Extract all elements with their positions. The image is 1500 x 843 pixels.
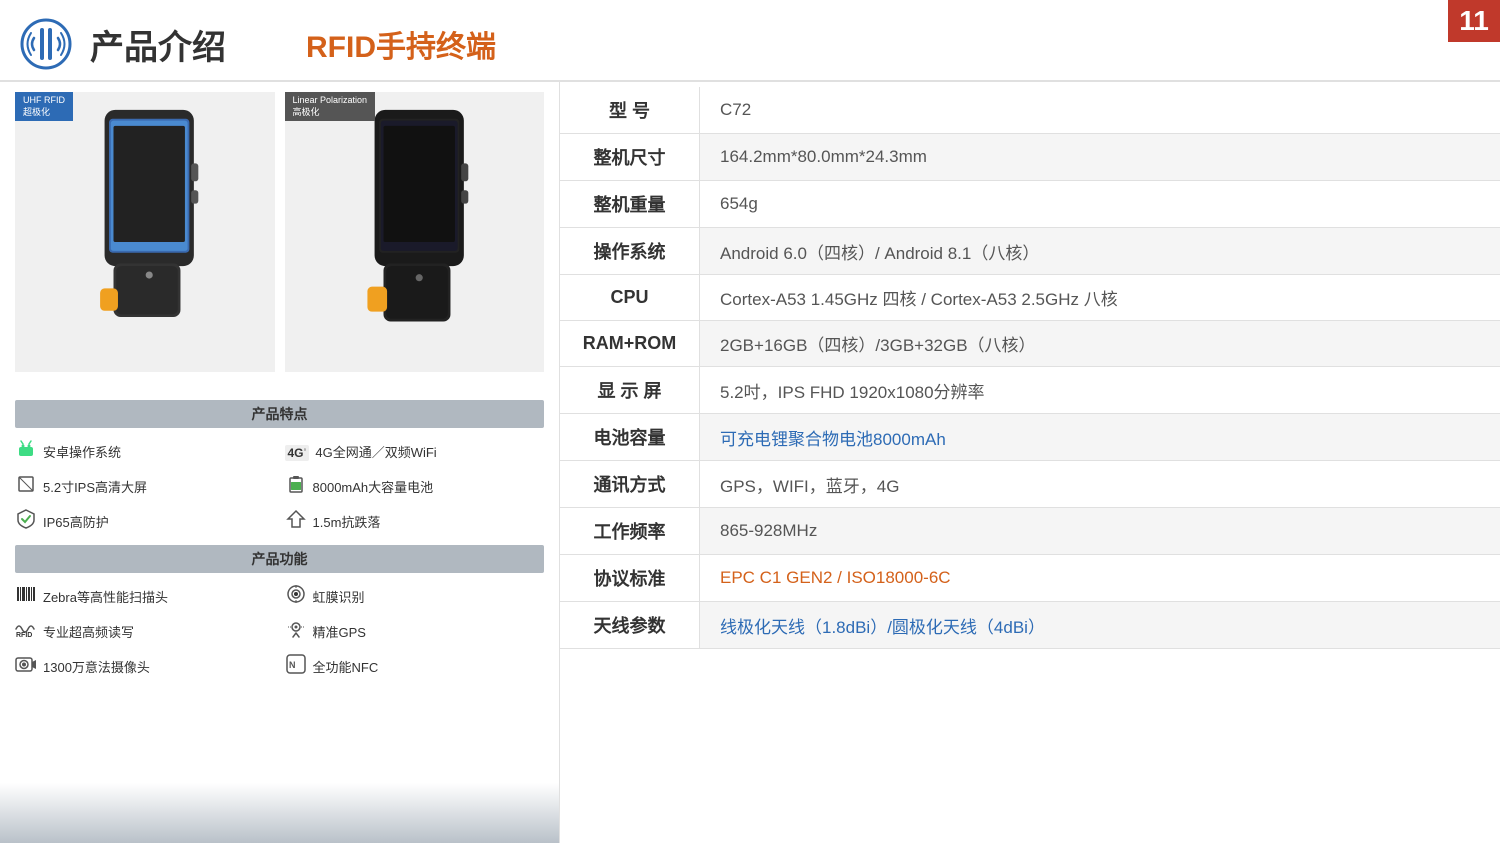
feature-icon [15, 509, 37, 534]
function-icon [285, 619, 307, 644]
spec-value: 164.2mm*80.0mm*24.3mm [700, 134, 1500, 180]
spec-label: 显 示 屏 [560, 367, 700, 413]
function-text: 虹膜识别 [313, 587, 365, 606]
spec-row: 天线参数线极化天线（1.8dBi）/圆极化天线（4dBi） [560, 602, 1500, 649]
feature-icon [285, 474, 307, 499]
spec-row: RAM+ROM2GB+16GB（四核）/3GB+32GB（八核） [560, 321, 1500, 367]
feature-item: 5.2寸IPS高清大屏 [15, 471, 275, 502]
spec-label: 工作频率 [560, 508, 700, 554]
spec-label: CPU [560, 275, 700, 320]
spec-row: 显 示 屏5.2吋，IPS FHD 1920x1080分辨率 [560, 367, 1500, 414]
right-panel: 型 号C72整机尺寸164.2mm*80.0mm*24.3mm整机重量654g操… [560, 82, 1500, 843]
spec-value: 可充电锂聚合物电池8000mAh [700, 414, 1500, 460]
spec-value: 2GB+16GB（四核）/3GB+32GB（八核） [700, 321, 1500, 366]
feature-icon: 4G◦ [285, 441, 310, 462]
spec-label: 操作系统 [560, 228, 700, 274]
function-item: Zebra等高性能扫描头 [15, 581, 275, 612]
spec-table: 型 号C72整机尺寸164.2mm*80.0mm*24.3mm整机重量654g操… [560, 87, 1500, 649]
feature-item: 1.5m抗跌落 [285, 506, 545, 537]
function-icon: N [285, 654, 307, 679]
feature-text: 5.2寸IPS高清大屏 [43, 477, 147, 496]
spec-label: 协议标准 [560, 555, 700, 601]
feature-text: 8000mAh大容量电池 [313, 477, 434, 496]
features-section-header: 产品特点 [15, 400, 544, 428]
spec-row: CPUCortex-A53 1.45GHz 四核 / Cortex-A53 2.… [560, 275, 1500, 321]
function-item: 1300万意法摄像头 [15, 651, 275, 682]
spec-value: 5.2吋，IPS FHD 1920x1080分辨率 [700, 367, 1500, 413]
functions-section-header: 产品功能 [15, 545, 544, 573]
spec-label: 电池容量 [560, 414, 700, 460]
device2-svg [285, 92, 545, 342]
function-text: 专业超高频读写 [43, 622, 134, 641]
function-icon [285, 584, 307, 609]
spec-label: 天线参数 [560, 602, 700, 648]
spec-row: 工作频率865-928MHz [560, 508, 1500, 555]
spec-value: Cortex-A53 1.45GHz 四核 / Cortex-A53 2.5GH… [700, 275, 1500, 320]
spec-value: EPC C1 GEN2 / ISO18000-6C [700, 555, 1500, 601]
product-subtitle: RFID手持终端 [306, 22, 496, 66]
spec-label: RAM+ROM [560, 321, 700, 366]
features-grid: 安卓操作系统 4G◦ 4G全网通／双频WiFi 5.2寸IPS高清大屏 8000mAh大… [15, 436, 544, 537]
function-icon [15, 654, 37, 679]
spec-label: 通讯方式 [560, 461, 700, 507]
device1-badge: UHF RFID 超极化 [15, 92, 73, 121]
function-item: 虹膜识别 [285, 581, 545, 612]
function-text: 全功能NFC [313, 657, 379, 676]
function-icon [15, 585, 37, 608]
device-image-1: UHF RFID 超极化 [15, 92, 275, 372]
spec-value: 865-928MHz [700, 508, 1500, 554]
feature-item: 安卓操作系统 [15, 436, 275, 467]
feature-text: 安卓操作系统 [43, 442, 121, 461]
feature-text: 1.5m抗跌落 [313, 512, 381, 531]
function-icon: RFID [15, 620, 37, 643]
header-title: 产品介绍 [90, 20, 226, 69]
functions-grid: Zebra等高性能扫描头 虹膜识别 RFID 专业超高频读写 精准GPS 1300万意法摄… [15, 581, 544, 682]
feature-icon [15, 475, 37, 498]
spec-row: 整机重量654g [560, 181, 1500, 228]
spec-label: 整机尺寸 [560, 134, 700, 180]
feature-icon [15, 439, 37, 464]
spec-value: 线极化天线（1.8dBi）/圆极化天线（4dBi） [700, 602, 1500, 648]
function-item: N 全功能NFC [285, 651, 545, 682]
cityscape-overlay [0, 783, 559, 843]
feature-icon [285, 509, 307, 534]
main-content: UHF RFID 超极化 [0, 82, 1500, 843]
spec-row: 型 号C72 [560, 87, 1500, 134]
feature-text: 4G全网通／双频WiFi [315, 442, 436, 461]
feature-item: 4G◦ 4G全网通／双频WiFi [285, 436, 545, 467]
spec-value: C72 [700, 87, 1500, 133]
feature-text: IP65高防护 [43, 512, 109, 531]
function-text: 1300万意法摄像头 [43, 657, 150, 676]
feature-item: 8000mAh大容量电池 [285, 471, 545, 502]
svg-text:RFID: RFID [16, 632, 32, 638]
spec-row: 通讯方式GPS，WIFI，蓝牙，4G [560, 461, 1500, 508]
header: 产品介绍 RFID手持终端 [0, 0, 1500, 82]
logo-area: 产品介绍 [20, 18, 226, 70]
spec-row: 整机尺寸164.2mm*80.0mm*24.3mm [560, 134, 1500, 181]
spec-label: 整机重量 [560, 181, 700, 227]
device1-svg [15, 92, 275, 342]
function-item: RFID 专业超高频读写 [15, 616, 275, 647]
spec-value: Android 6.0（四核）/ Android 8.1（八核） [700, 228, 1500, 274]
logo-icon [20, 18, 72, 70]
left-panel: UHF RFID 超极化 [0, 82, 560, 843]
spec-row: 操作系统Android 6.0（四核）/ Android 8.1（八核） [560, 228, 1500, 275]
svg-text:N: N [289, 660, 296, 670]
spec-row: 协议标准EPC C1 GEN2 / ISO18000-6C [560, 555, 1500, 602]
page-number: 11 [1448, 0, 1500, 42]
function-text: Zebra等高性能扫描头 [43, 587, 168, 606]
function-item: 精准GPS [285, 616, 545, 647]
spec-value: GPS，WIFI，蓝牙，4G [700, 461, 1500, 507]
spec-row: 电池容量可充电锂聚合物电池8000mAh [560, 414, 1500, 461]
spec-label: 型 号 [560, 87, 700, 133]
device2-badge: Linear Polarization 高极化 [285, 92, 376, 121]
function-text: 精准GPS [313, 622, 366, 641]
feature-item: IP65高防护 [15, 506, 275, 537]
device-images: UHF RFID 超极化 [15, 92, 544, 392]
spec-value: 654g [700, 181, 1500, 227]
device-image-2: Linear Polarization 高极化 [285, 92, 545, 372]
